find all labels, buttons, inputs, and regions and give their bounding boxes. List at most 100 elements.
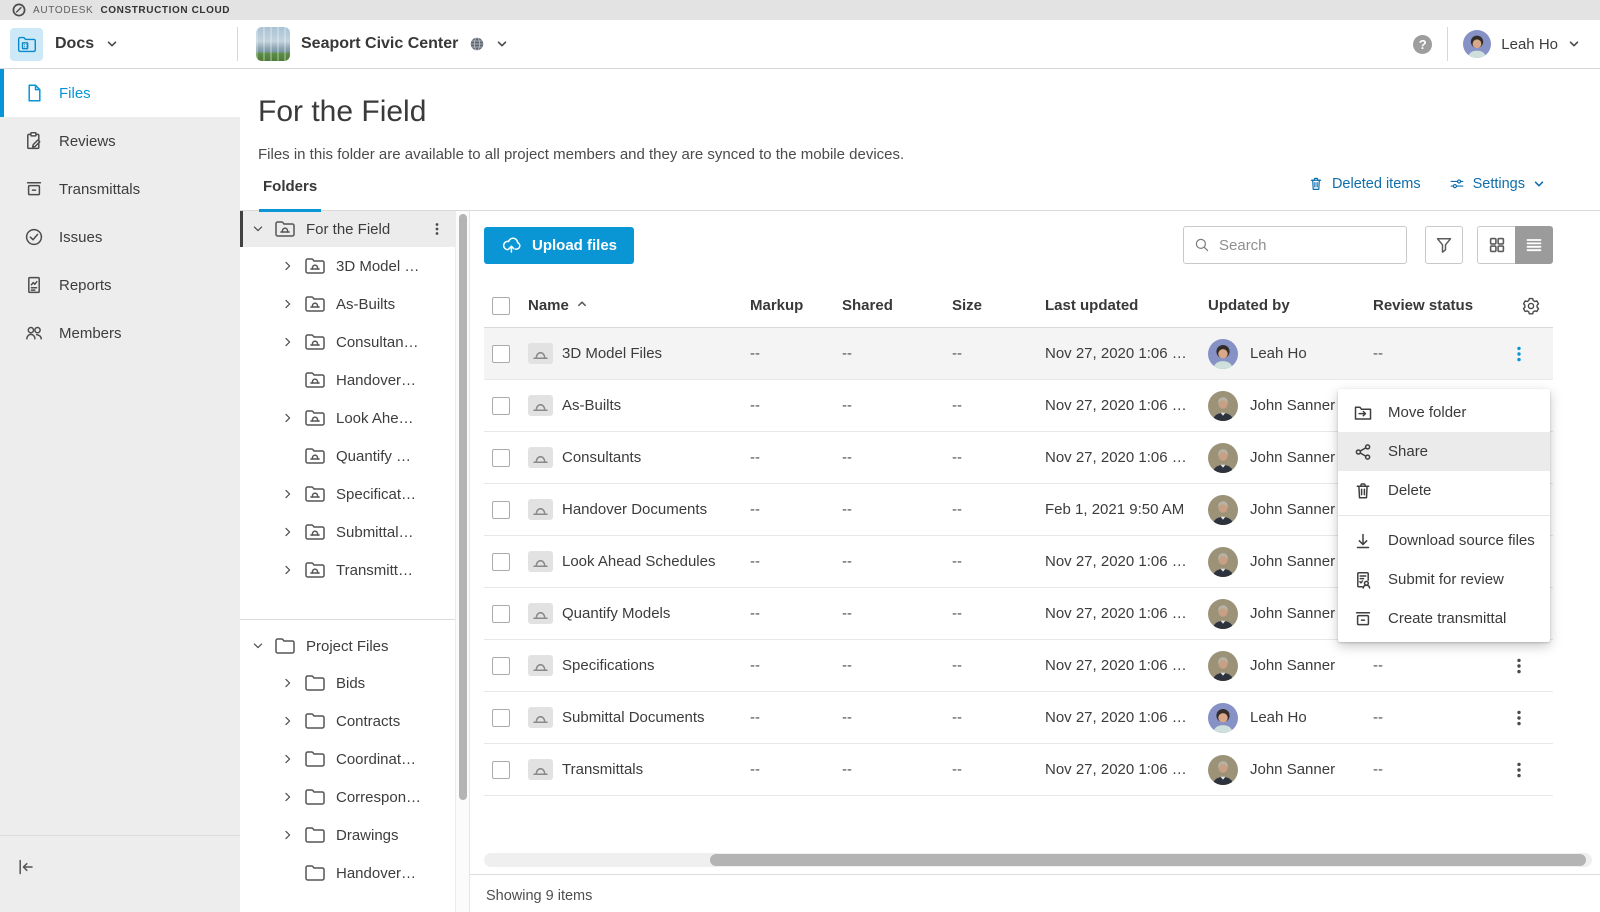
menu-item-label: Share (1388, 443, 1428, 460)
tree-item-drawings[interactable]: Drawings (240, 816, 455, 854)
chevron-right-icon[interactable] (280, 675, 297, 691)
sidebar-item-transmittals[interactable]: Transmittals (0, 165, 240, 213)
tree-root-kebab-icon[interactable] (429, 221, 445, 237)
table-row-submittal-documents[interactable]: Submittal Documents------Nov 27, 2020 1:… (484, 692, 1553, 744)
menu-item-create-transmittal[interactable]: Create transmittal (1338, 599, 1550, 638)
user-menu[interactable]: Leah Ho (1463, 30, 1580, 58)
list-view-button[interactable] (1515, 226, 1553, 264)
table-row-transmittals[interactable]: Transmittals------Nov 27, 2020 1:06 …Joh… (484, 744, 1553, 796)
menu-item-submit-for-review[interactable]: Submit for review (1338, 560, 1550, 599)
sidebar-item-members[interactable]: Members (0, 309, 240, 357)
tree-item-as-builts[interactable]: As-Builts (240, 285, 455, 323)
table-row-3d-model-files[interactable]: 3D Model Files------Nov 27, 2020 1:06 …L… (484, 328, 1553, 380)
row-checkbox[interactable] (492, 709, 510, 727)
tree-item-quantify[interactable]: Quantify … (240, 437, 455, 475)
menu-item-share[interactable]: Share (1338, 432, 1550, 471)
table-row-specifications[interactable]: Specifications------Nov 27, 2020 1:06 …J… (484, 640, 1553, 692)
tree-item-3d-model[interactable]: 3D Model … (240, 247, 455, 285)
settings-link[interactable]: Settings (1449, 176, 1545, 192)
row-checkbox[interactable] (492, 553, 510, 571)
app-switcher[interactable]: Docs (0, 28, 237, 61)
upload-files-button[interactable]: Upload files (484, 227, 634, 264)
settings-sliders-icon (1449, 176, 1465, 192)
project-selector[interactable]: Seaport Civic Center (238, 27, 508, 61)
column-review-status[interactable]: Review status (1365, 297, 1509, 314)
row-checkbox[interactable] (492, 501, 510, 519)
chevron-right-icon[interactable] (280, 258, 297, 274)
tree-item-bids[interactable]: Bids (240, 664, 455, 702)
row-kebab-icon[interactable] (1509, 760, 1529, 780)
folder-hat-icon (528, 655, 553, 676)
row-checkbox[interactable] (492, 397, 510, 415)
tree-root-label: For the Field (306, 221, 429, 238)
column-markup[interactable]: Markup (742, 297, 834, 314)
tab-folders[interactable]: Folders (259, 178, 321, 211)
column-last-updated[interactable]: Last updated (1037, 297, 1200, 314)
folder-icon (303, 711, 327, 731)
grid-view-button[interactable] (1477, 226, 1515, 264)
tree-item-handover[interactable]: Handover… (240, 361, 455, 399)
collapse-sidebar-icon[interactable] (16, 857, 36, 877)
column-size[interactable]: Size (944, 297, 1037, 314)
user-name: Leah Ho (1501, 36, 1558, 53)
chevron-right-icon[interactable] (280, 486, 297, 502)
tree-root-project-files[interactable]: Project Files (240, 628, 455, 664)
help-button[interactable]: ? (1413, 35, 1432, 54)
sidebar-item-files[interactable]: Files (0, 69, 240, 117)
tree-item-handover[interactable]: Handover… (240, 854, 455, 892)
user-avatar (1463, 30, 1491, 58)
tree-item-specificat[interactable]: Specificat… (240, 475, 455, 513)
row-checkbox[interactable] (492, 761, 510, 779)
tree-item-correspon[interactable]: Correspon… (240, 778, 455, 816)
menu-item-download-source-files[interactable]: Download source files (1338, 521, 1550, 560)
column-updated-by[interactable]: Updated by (1200, 297, 1365, 314)
row-checkbox[interactable] (492, 345, 510, 363)
tree-item-consultan[interactable]: Consultan… (240, 323, 455, 361)
filter-button[interactable] (1425, 226, 1463, 264)
sidebar-item-issues[interactable]: Issues (0, 213, 240, 261)
row-kebab-icon[interactable] (1509, 344, 1529, 364)
horizontal-scrollbar-thumb[interactable] (710, 854, 1586, 866)
row-kebab-icon[interactable] (1509, 708, 1529, 728)
row-checkbox[interactable] (492, 657, 510, 675)
tree-vertical-scrollbar[interactable] (455, 211, 470, 912)
chevron-right-icon[interactable] (280, 751, 297, 767)
move-folder-icon (1353, 403, 1373, 423)
menu-item-move-folder[interactable]: Move folder (1338, 393, 1550, 432)
chevron-right-icon[interactable] (280, 827, 297, 843)
tree-item-look-ahe[interactable]: Look Ahe… (240, 399, 455, 437)
row-shared: -- (834, 761, 944, 778)
tabs-actions: Deleted items Settings (1308, 176, 1545, 192)
row-checkbox[interactable] (492, 605, 510, 623)
column-shared[interactable]: Shared (834, 297, 944, 314)
sidebar-item-label: Reviews (59, 133, 116, 150)
chevron-right-icon[interactable] (280, 296, 297, 312)
tree-item-coordinat[interactable]: Coordinat… (240, 740, 455, 778)
row-kebab-icon[interactable] (1509, 656, 1529, 676)
chevron-right-icon[interactable] (280, 713, 297, 729)
chevron-right-icon[interactable] (280, 562, 297, 578)
menu-item-delete[interactable]: Delete (1338, 471, 1550, 510)
chevron-right-icon[interactable] (280, 789, 297, 805)
column-name[interactable]: Name (520, 297, 742, 314)
tree-root-for-the-field[interactable]: For the Field (240, 211, 455, 247)
horizontal-scrollbar[interactable] (484, 853, 1592, 867)
row-checkbox[interactable] (492, 449, 510, 467)
sidebar-item-reviews[interactable]: Reviews (0, 117, 240, 165)
chevron-right-icon[interactable] (280, 410, 297, 426)
chevron-right-icon[interactable] (280, 334, 297, 350)
deleted-items-link[interactable]: Deleted items (1308, 176, 1421, 192)
tree-item-submittal[interactable]: Submittal… (240, 513, 455, 551)
tree-item-contracts[interactable]: Contracts (240, 702, 455, 740)
tree-scrollbar-thumb[interactable] (459, 214, 467, 800)
chevron-right-icon[interactable] (280, 524, 297, 540)
column-settings-gear-icon[interactable] (1509, 296, 1553, 316)
tree-item-label: Look Ahe… (336, 410, 455, 427)
tree-item-transmitt[interactable]: Transmitt… (240, 551, 455, 589)
sidebar-item-reports[interactable]: Reports (0, 261, 240, 309)
row-updated-by: John Sanner (1250, 397, 1335, 414)
row-folder-name: Quantify Models (562, 605, 670, 622)
search-input[interactable] (1219, 237, 1396, 254)
docs-app-icon (10, 28, 43, 61)
select-all-checkbox[interactable] (492, 297, 510, 315)
